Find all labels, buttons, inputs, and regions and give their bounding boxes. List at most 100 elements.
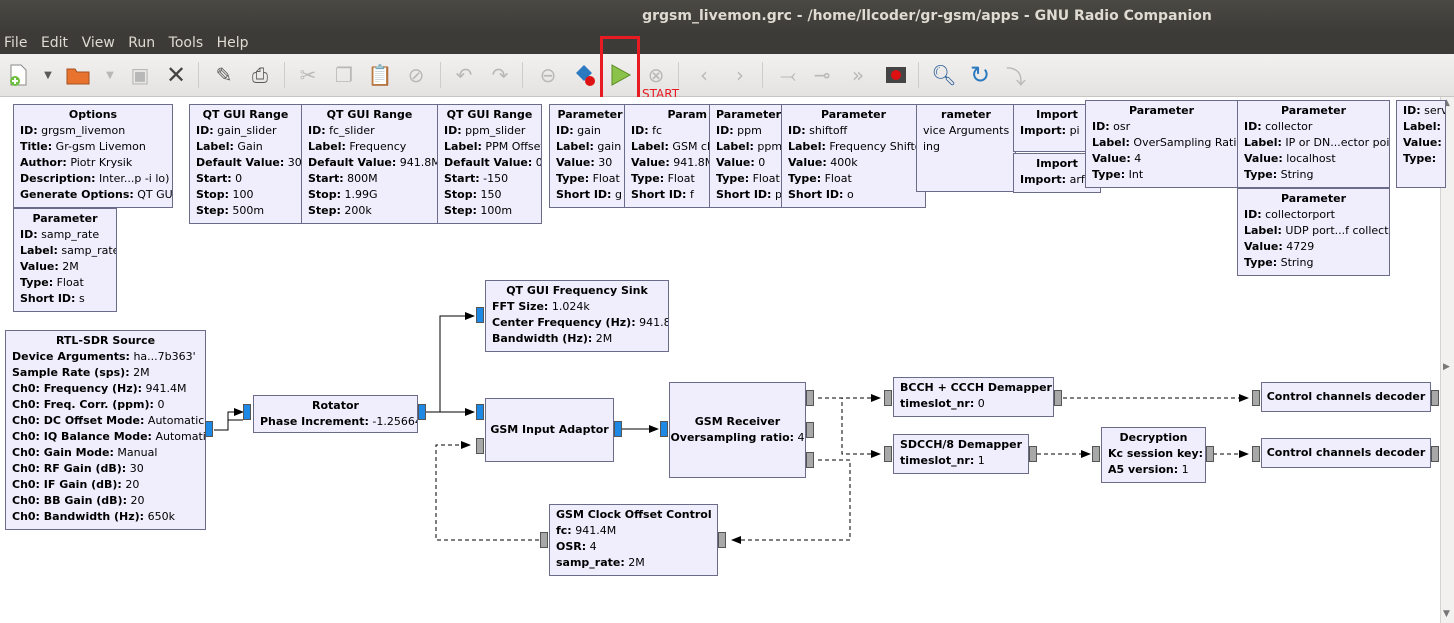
block-port[interactable] bbox=[540, 532, 548, 548]
param-value: Automatic bbox=[151, 430, 206, 443]
block-param-row: ID: ppm_slider bbox=[444, 123, 535, 139]
block-param-row: Ch0: Gain Mode: Manual bbox=[12, 445, 199, 461]
param-key: Type: bbox=[1092, 168, 1126, 181]
param-key: Default Value: bbox=[196, 156, 285, 169]
param-value: 941.8M bbox=[396, 156, 438, 169]
param-value: 941.8M bbox=[639, 316, 668, 329]
block-port[interactable] bbox=[614, 421, 622, 437]
param-value: 1 bbox=[974, 454, 985, 467]
param-value: Float bbox=[664, 172, 695, 185]
block-param-row: Center Frequency (Hz): 941.8M bbox=[492, 315, 668, 331]
param-ppm-block[interactable]: Parameter ID: ppm Label: ppm Value: 0 Type: … bbox=[709, 104, 783, 208]
block-port[interactable] bbox=[806, 390, 814, 406]
param-collector-block[interactable]: Parameter ID: collector Label: IP or DN...… bbox=[1237, 100, 1390, 188]
decryption-block[interactable]: Decryption Kc session key: A5 version: 1 bbox=[1101, 427, 1206, 483]
block-port[interactable] bbox=[1206, 446, 1214, 462]
block-port[interactable] bbox=[718, 532, 726, 548]
block-param-row: Default Value: 0 bbox=[444, 155, 541, 171]
param-value: 4 bbox=[586, 540, 597, 553]
gsm-input-adaptor-block[interactable]: GSM Input Adaptor bbox=[485, 398, 614, 462]
param-osr-block[interactable]: Parameter ID: osr Label: OverSampling Rati… bbox=[1085, 100, 1238, 188]
block-port[interactable] bbox=[660, 421, 668, 437]
block-port[interactable] bbox=[884, 446, 892, 462]
block-port[interactable] bbox=[1252, 446, 1260, 462]
param-gain-block[interactable]: Parameter ID: gain Label: gain Value: 30 Typ… bbox=[549, 104, 631, 208]
block-title: Options bbox=[68, 108, 118, 121]
param-value: OverSampling Ratio bbox=[1129, 136, 1238, 149]
gsm-receiver-block[interactable]: GSM Receiver Oversampling ratio: 4 bbox=[669, 382, 806, 478]
param-value: String bbox=[1277, 168, 1314, 181]
qt-range-fc-block[interactable]: QT GUI Range ID: fc_slider Label: Frequenc… bbox=[301, 104, 438, 224]
param-key: Label: bbox=[716, 140, 754, 153]
block-port[interactable] bbox=[884, 390, 892, 406]
rtl-sdr-source-block[interactable]: RTL-SDR Source Device Arguments: ha...7b3… bbox=[5, 330, 206, 530]
block-port[interactable] bbox=[1029, 446, 1037, 462]
block-title: QT GUI Range bbox=[202, 108, 289, 121]
block-param-row: Value: 400k bbox=[788, 155, 919, 171]
block-param-row: Label: ppm bbox=[716, 139, 782, 155]
block-port[interactable] bbox=[1431, 446, 1439, 462]
param-key: Ch0: Gain Mode: bbox=[12, 446, 114, 459]
param-key: ID: bbox=[631, 124, 649, 137]
param-key: Start: bbox=[196, 172, 232, 185]
qt-range-gain-block[interactable]: QT GUI Range ID: gain_slider Label: Gain De… bbox=[189, 104, 302, 224]
control-decoder-block-2[interactable]: Control channels decoder bbox=[1261, 438, 1431, 468]
gsm-clock-offset-block[interactable]: GSM Clock Offset Control fc: 941.4M OSR: 4… bbox=[549, 504, 718, 576]
param-key: ID: bbox=[788, 124, 806, 137]
param-key: ID: bbox=[20, 124, 38, 137]
block-param-row: Value: 941.8M bbox=[631, 155, 713, 171]
param-samp-rate-block[interactable]: Parameter ID: samp_rate Label: samp_rate Va… bbox=[13, 208, 117, 312]
rotator-block[interactable]: Rotator Phase Increment: -1.25664 bbox=[253, 395, 418, 433]
param-value: QT GUI bbox=[133, 188, 173, 201]
block-port[interactable] bbox=[476, 404, 484, 420]
block-port[interactable] bbox=[205, 421, 213, 437]
block-port[interactable] bbox=[806, 452, 814, 468]
block-port[interactable] bbox=[1431, 390, 1439, 406]
param-key: Value: bbox=[631, 156, 670, 169]
param-value: PPM Offset bbox=[481, 140, 542, 153]
param-key: Default Value: bbox=[444, 156, 533, 169]
param-value: vice Arguments bbox=[923, 124, 1010, 137]
block-title: GSM Receiver bbox=[694, 415, 781, 428]
block-title: Param bbox=[667, 108, 708, 121]
options-block[interactable]: Options ID: grgsm_livemon Title: Gr-gsm Li… bbox=[13, 104, 173, 208]
block-title: GSM Input Adaptor bbox=[490, 423, 609, 436]
block-port[interactable] bbox=[1054, 390, 1062, 406]
param-key: FFT Size: bbox=[492, 300, 549, 313]
param-value: samp_rate bbox=[57, 244, 117, 257]
sdcch8-demapper-block[interactable]: SDCCH/8 Demapper timeslot_nr: 1 bbox=[893, 434, 1029, 474]
param-device-args-block[interactable]: rameter vice Arguments ing bbox=[916, 104, 1016, 192]
param-value: Gain bbox=[233, 140, 263, 153]
block-port[interactable] bbox=[476, 307, 484, 323]
param-value: s bbox=[75, 292, 85, 305]
block-port[interactable] bbox=[418, 404, 426, 420]
bcch-ccch-demapper-block[interactable]: BCCH + CCCH Demapper timeslot_nr: 0 bbox=[893, 377, 1054, 417]
block-port[interactable] bbox=[1252, 390, 1260, 406]
param-key: Kc session key: bbox=[1108, 447, 1204, 460]
param-serv-block[interactable]: ID: serv Label: Value: Type: bbox=[1396, 100, 1446, 188]
param-key: Step: bbox=[196, 204, 229, 217]
block-port[interactable] bbox=[1092, 446, 1100, 462]
block-port[interactable] bbox=[243, 404, 251, 420]
param-value: 4 bbox=[1130, 152, 1142, 165]
param-value: gain bbox=[593, 140, 622, 153]
block-param-row: Value: localhost bbox=[1244, 151, 1383, 167]
block-port[interactable] bbox=[476, 438, 484, 454]
param-collectorport-block[interactable]: Parameter ID: collectorport Label: UDP por… bbox=[1237, 188, 1390, 276]
param-shiftoff-block[interactable]: Parameter ID: shiftoff Label: Frequency Sh… bbox=[781, 104, 926, 208]
qt-range-ppm-block[interactable]: QT GUI Range ID: ppm_slider Label: PPM Off… bbox=[437, 104, 542, 224]
param-value: Gr-gsm Livemon bbox=[52, 140, 146, 153]
param-fc-block[interactable]: ParamID: fcLabel: GSM chaValue: 941.8MTy… bbox=[624, 104, 714, 208]
param-key: Type: bbox=[20, 276, 54, 289]
param-value: samp_rate bbox=[37, 228, 100, 241]
block-port[interactable] bbox=[806, 422, 814, 438]
block-param-row: Label: Frequency Shiftoff bbox=[788, 139, 925, 155]
param-value: 2M bbox=[58, 260, 79, 273]
qt-freq-sink-block[interactable]: QT GUI Frequency Sink FFT Size: 1.024k Cen… bbox=[485, 280, 669, 352]
param-value: 20 bbox=[126, 494, 145, 507]
block-param-row: Ch0: RF Gain (dB): 30 bbox=[12, 461, 199, 477]
block-param-row: Type: String bbox=[1244, 167, 1383, 183]
param-key: Type: bbox=[1403, 152, 1437, 165]
block-param-row: Label: GSM cha bbox=[631, 139, 713, 155]
control-decoder-block[interactable]: Control channels decoder bbox=[1261, 382, 1431, 412]
